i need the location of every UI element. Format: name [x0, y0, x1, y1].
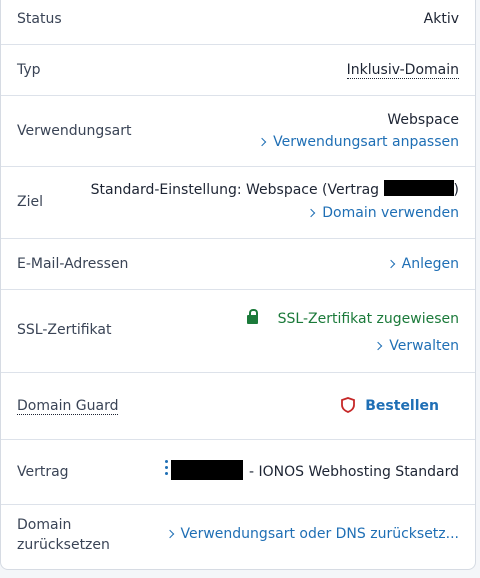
bestellen-label: Bestellen [365, 398, 439, 414]
row-typ: Typ Inklusiv-Domain [1, 45, 475, 96]
row-domain-guard: Domain Guard Bestellen [1, 373, 475, 440]
shield-icon [341, 397, 356, 413]
ziel-value: Standard-Einstellung: Webspace (Vertrag … [91, 180, 459, 200]
ziel-value-prefix: Standard-Einstellung: Webspace (Vertrag [90, 182, 380, 198]
ssl-status-text: SSL-Zertifikat zugewiesen [277, 311, 459, 327]
row-email: E-Mail-Adressen Anlegen [1, 239, 475, 290]
chevron-right-icon [307, 208, 316, 218]
verwendungsart-link-label: Verwendungsart anpassen [273, 134, 459, 150]
typ-label: Typ [17, 62, 41, 78]
chevron-right-icon [165, 529, 174, 539]
ssl-label: SSL-Zertifikat [17, 322, 112, 338]
reset-label-line2: zurücksetzen [17, 537, 110, 553]
typ-value[interactable]: Inklusiv-Domain [346, 62, 459, 79]
domain-verwenden-link[interactable]: Domain verwenden [307, 203, 459, 223]
vertrag-value-text: - IONOS Webhosting Standard [248, 464, 459, 480]
vertrag-label: Vertrag [17, 464, 69, 480]
chevron-right-icon [386, 259, 395, 269]
reset-link[interactable]: Verwendungsart oder DNS zurücksetz... [165, 524, 460, 544]
email-link-label: Anlegen [401, 256, 459, 272]
row-ziel: Ziel Standard-Einstellung: Webspace (Ver… [1, 167, 475, 239]
anlegen-link[interactable]: Anlegen [386, 254, 459, 274]
domain-details-panel: Status Aktiv Typ Inklusiv-Domain Verwend… [0, 0, 476, 570]
ssl-status: SSL-Zertifikat zugewiesen [246, 309, 459, 329]
chevron-right-icon [257, 137, 267, 147]
status-label: Status [17, 11, 62, 27]
email-label: E-Mail-Adressen [17, 256, 129, 272]
row-vertrag: Vertrag - IONOS Webhosting Standard [1, 440, 475, 505]
redacted-contract-id [383, 180, 454, 196]
lock-icon [246, 309, 258, 324]
ssl-link-label: Verwalten [389, 338, 459, 354]
bestellen-button[interactable]: Bestellen [341, 396, 439, 416]
ziel-label: Ziel [17, 194, 43, 210]
status-value: Aktiv [423, 11, 459, 27]
row-verwendungsart: Verwendungsart Webspace Verwendungsart a… [1, 96, 475, 167]
row-reset: Domain zurücksetzen Verwendungsart oder … [1, 505, 475, 571]
ziel-link-label: Domain verwenden [322, 205, 459, 221]
verwendungsart-label: Verwendungsart [17, 123, 132, 139]
kebab-menu-icon[interactable] [165, 460, 169, 478]
vertrag-value: - IONOS Webhosting Standard [170, 460, 459, 482]
chevron-right-icon [373, 341, 383, 351]
verwendungsart-value: Webspace [387, 112, 459, 128]
ssl-verwalten-link[interactable]: Verwalten [373, 336, 459, 356]
ziel-value-suffix: ) [453, 182, 459, 198]
reset-link-label: Verwendungsart oder DNS zurücksetz... [180, 526, 460, 542]
redacted-contract-name [170, 460, 243, 480]
reset-label-line1: Domain [17, 517, 72, 533]
row-ssl: SSL-Zertifikat SSL-Zertifikat zugewiesen… [1, 290, 475, 373]
verwendungsart-anpassen-link[interactable]: Verwendungsart anpassen [257, 132, 459, 152]
row-status: Status Aktiv [1, 0, 475, 45]
domain-guard-label[interactable]: Domain Guard [17, 398, 119, 415]
